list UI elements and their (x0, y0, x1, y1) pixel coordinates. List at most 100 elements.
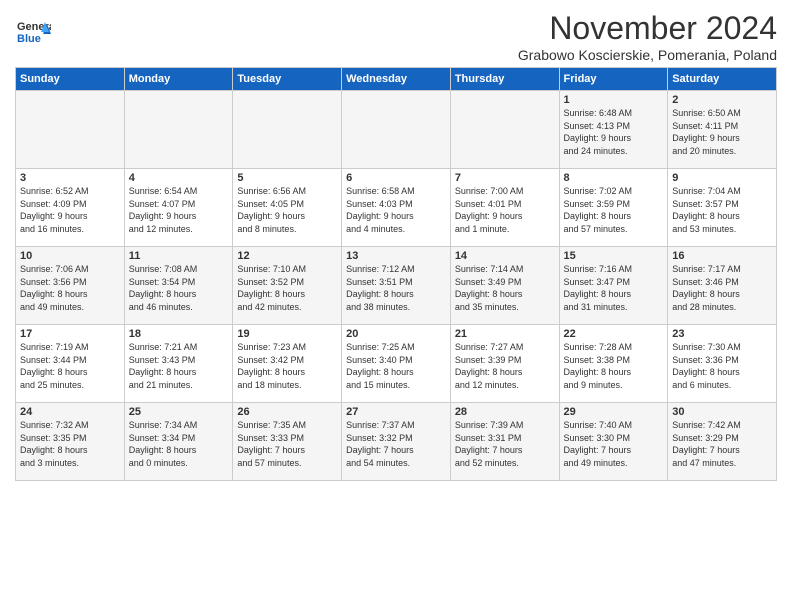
day-number: 1 (564, 94, 664, 106)
calendar-cell: 13Sunrise: 7:12 AM Sunset: 3:51 PM Dayli… (342, 247, 451, 325)
day-info: Sunrise: 6:48 AM Sunset: 4:13 PM Dayligh… (564, 107, 664, 157)
day-number: 23 (672, 328, 772, 340)
header-friday: Friday (559, 68, 668, 91)
calendar-cell: 3Sunrise: 6:52 AM Sunset: 4:09 PM Daylig… (16, 169, 125, 247)
day-info: Sunrise: 6:54 AM Sunset: 4:07 PM Dayligh… (129, 185, 229, 235)
header-thursday: Thursday (450, 68, 559, 91)
day-info: Sunrise: 7:04 AM Sunset: 3:57 PM Dayligh… (672, 185, 772, 235)
day-number: 2 (672, 94, 772, 106)
calendar-cell (450, 91, 559, 169)
day-number: 9 (672, 172, 772, 184)
calendar-cell: 23Sunrise: 7:30 AM Sunset: 3:36 PM Dayli… (668, 325, 777, 403)
header-sunday: Sunday (16, 68, 125, 91)
day-number: 27 (346, 406, 446, 418)
header-monday: Monday (124, 68, 233, 91)
day-info: Sunrise: 7:28 AM Sunset: 3:38 PM Dayligh… (564, 341, 664, 391)
day-info: Sunrise: 7:19 AM Sunset: 3:44 PM Dayligh… (20, 341, 120, 391)
day-info: Sunrise: 7:06 AM Sunset: 3:56 PM Dayligh… (20, 263, 120, 313)
calendar-table: Sunday Monday Tuesday Wednesday Thursday… (15, 67, 777, 481)
svg-text:Blue: Blue (17, 33, 41, 45)
header-tuesday: Tuesday (233, 68, 342, 91)
logo-icon: General Blue (15, 14, 51, 55)
day-info: Sunrise: 7:35 AM Sunset: 3:33 PM Dayligh… (237, 419, 337, 469)
day-info: Sunrise: 7:32 AM Sunset: 3:35 PM Dayligh… (20, 419, 120, 469)
calendar-cell: 16Sunrise: 7:17 AM Sunset: 3:46 PM Dayli… (668, 247, 777, 325)
calendar-cell: 21Sunrise: 7:27 AM Sunset: 3:39 PM Dayli… (450, 325, 559, 403)
header-row: Sunday Monday Tuesday Wednesday Thursday… (16, 68, 777, 91)
day-info: Sunrise: 7:02 AM Sunset: 3:59 PM Dayligh… (564, 185, 664, 235)
calendar-cell: 11Sunrise: 7:08 AM Sunset: 3:54 PM Dayli… (124, 247, 233, 325)
calendar-cell: 15Sunrise: 7:16 AM Sunset: 3:47 PM Dayli… (559, 247, 668, 325)
day-number: 16 (672, 250, 772, 262)
day-info: Sunrise: 7:34 AM Sunset: 3:34 PM Dayligh… (129, 419, 229, 469)
day-info: Sunrise: 7:39 AM Sunset: 3:31 PM Dayligh… (455, 419, 555, 469)
day-number: 10 (20, 250, 120, 262)
calendar-cell: 10Sunrise: 7:06 AM Sunset: 3:56 PM Dayli… (16, 247, 125, 325)
calendar-cell: 8Sunrise: 7:02 AM Sunset: 3:59 PM Daylig… (559, 169, 668, 247)
header-saturday: Saturday (668, 68, 777, 91)
day-number: 20 (346, 328, 446, 340)
day-info: Sunrise: 7:14 AM Sunset: 3:49 PM Dayligh… (455, 263, 555, 313)
calendar-cell: 19Sunrise: 7:23 AM Sunset: 3:42 PM Dayli… (233, 325, 342, 403)
day-number: 5 (237, 172, 337, 184)
calendar-cell: 7Sunrise: 7:00 AM Sunset: 4:01 PM Daylig… (450, 169, 559, 247)
calendar-cell: 22Sunrise: 7:28 AM Sunset: 3:38 PM Dayli… (559, 325, 668, 403)
week-row-2: 3Sunrise: 6:52 AM Sunset: 4:09 PM Daylig… (16, 169, 777, 247)
day-info: Sunrise: 7:10 AM Sunset: 3:52 PM Dayligh… (237, 263, 337, 313)
day-number: 14 (455, 250, 555, 262)
calendar-cell: 14Sunrise: 7:14 AM Sunset: 3:49 PM Dayli… (450, 247, 559, 325)
month-title: November 2024 (518, 10, 777, 47)
day-number: 7 (455, 172, 555, 184)
day-info: Sunrise: 6:56 AM Sunset: 4:05 PM Dayligh… (237, 185, 337, 235)
day-number: 12 (237, 250, 337, 262)
day-number: 29 (564, 406, 664, 418)
day-info: Sunrise: 6:58 AM Sunset: 4:03 PM Dayligh… (346, 185, 446, 235)
day-info: Sunrise: 7:27 AM Sunset: 3:39 PM Dayligh… (455, 341, 555, 391)
title-block: November 2024 Grabowo Koscierskie, Pomer… (518, 10, 777, 63)
day-info: Sunrise: 7:00 AM Sunset: 4:01 PM Dayligh… (455, 185, 555, 235)
calendar-cell: 17Sunrise: 7:19 AM Sunset: 3:44 PM Dayli… (16, 325, 125, 403)
calendar-cell: 29Sunrise: 7:40 AM Sunset: 3:30 PM Dayli… (559, 403, 668, 481)
day-number: 22 (564, 328, 664, 340)
calendar-cell: 2Sunrise: 6:50 AM Sunset: 4:11 PM Daylig… (668, 91, 777, 169)
calendar-cell: 5Sunrise: 6:56 AM Sunset: 4:05 PM Daylig… (233, 169, 342, 247)
day-number: 11 (129, 250, 229, 262)
header: General Blue November 2024 Grabowo Kosci… (15, 10, 777, 63)
day-number: 18 (129, 328, 229, 340)
calendar-cell (124, 91, 233, 169)
day-info: Sunrise: 7:42 AM Sunset: 3:29 PM Dayligh… (672, 419, 772, 469)
calendar-cell: 26Sunrise: 7:35 AM Sunset: 3:33 PM Dayli… (233, 403, 342, 481)
day-number: 4 (129, 172, 229, 184)
day-number: 25 (129, 406, 229, 418)
calendar-cell (233, 91, 342, 169)
day-number: 28 (455, 406, 555, 418)
day-number: 3 (20, 172, 120, 184)
calendar-cell: 28Sunrise: 7:39 AM Sunset: 3:31 PM Dayli… (450, 403, 559, 481)
calendar-cell: 9Sunrise: 7:04 AM Sunset: 3:57 PM Daylig… (668, 169, 777, 247)
day-number: 19 (237, 328, 337, 340)
calendar-cell: 18Sunrise: 7:21 AM Sunset: 3:43 PM Dayli… (124, 325, 233, 403)
day-info: Sunrise: 6:50 AM Sunset: 4:11 PM Dayligh… (672, 107, 772, 157)
calendar-cell: 25Sunrise: 7:34 AM Sunset: 3:34 PM Dayli… (124, 403, 233, 481)
day-number: 13 (346, 250, 446, 262)
day-info: Sunrise: 7:21 AM Sunset: 3:43 PM Dayligh… (129, 341, 229, 391)
calendar-cell: 30Sunrise: 7:42 AM Sunset: 3:29 PM Dayli… (668, 403, 777, 481)
calendar-cell (342, 91, 451, 169)
week-row-4: 17Sunrise: 7:19 AM Sunset: 3:44 PM Dayli… (16, 325, 777, 403)
day-info: Sunrise: 7:40 AM Sunset: 3:30 PM Dayligh… (564, 419, 664, 469)
calendar-cell: 1Sunrise: 6:48 AM Sunset: 4:13 PM Daylig… (559, 91, 668, 169)
day-number: 30 (672, 406, 772, 418)
logo: General Blue (15, 14, 51, 55)
calendar-cell: 24Sunrise: 7:32 AM Sunset: 3:35 PM Dayli… (16, 403, 125, 481)
day-info: Sunrise: 7:17 AM Sunset: 3:46 PM Dayligh… (672, 263, 772, 313)
week-row-5: 24Sunrise: 7:32 AM Sunset: 3:35 PM Dayli… (16, 403, 777, 481)
day-number: 8 (564, 172, 664, 184)
calendar-cell: 20Sunrise: 7:25 AM Sunset: 3:40 PM Dayli… (342, 325, 451, 403)
day-info: Sunrise: 7:25 AM Sunset: 3:40 PM Dayligh… (346, 341, 446, 391)
calendar-cell: 27Sunrise: 7:37 AM Sunset: 3:32 PM Dayli… (342, 403, 451, 481)
day-info: Sunrise: 7:08 AM Sunset: 3:54 PM Dayligh… (129, 263, 229, 313)
day-number: 15 (564, 250, 664, 262)
day-info: Sunrise: 7:16 AM Sunset: 3:47 PM Dayligh… (564, 263, 664, 313)
calendar-cell: 12Sunrise: 7:10 AM Sunset: 3:52 PM Dayli… (233, 247, 342, 325)
day-number: 24 (20, 406, 120, 418)
